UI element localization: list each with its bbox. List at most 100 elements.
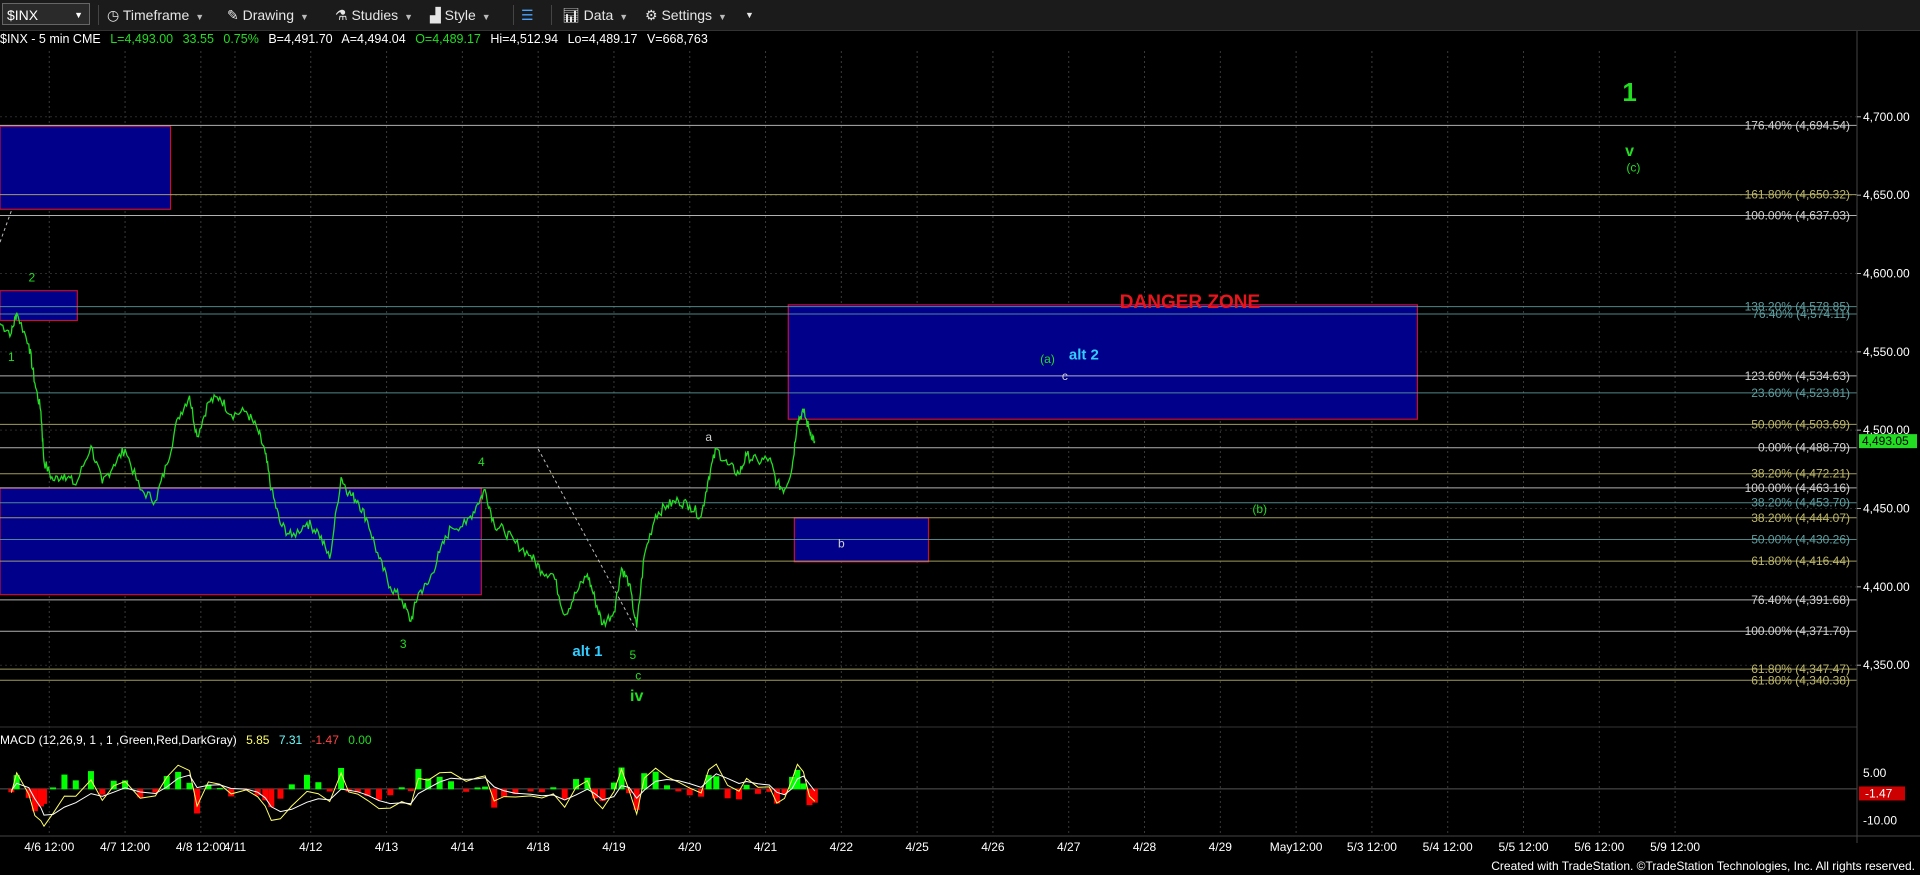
- macd-histogram-bar: [398, 787, 405, 790]
- wave-label: 5: [630, 648, 637, 662]
- macd-value: 5.85: [246, 733, 270, 747]
- wave-label: 3: [400, 637, 407, 651]
- danger-zone-label: DANGER ZONE: [1120, 292, 1260, 313]
- fib-level-label: 123.60% (4,534.63): [1745, 369, 1850, 383]
- last-price-marker-label: 4,493.05: [1862, 434, 1909, 448]
- macd-histogram-bar: [482, 786, 489, 790]
- drawing-button[interactable]: ✎ Drawing ▼: [227, 4, 309, 26]
- x-tick-label: 5/3 12:00: [1347, 840, 1397, 854]
- x-tick-label: 4/8 12:00: [176, 840, 226, 854]
- x-tick-label: 4/12: [299, 840, 323, 854]
- toolbar-divider: [551, 5, 552, 25]
- bid-value: B=4,491.70: [268, 32, 332, 46]
- macd-histogram-bar: [40, 788, 47, 804]
- fib-level-label: 61.80% (4,340.38): [1751, 673, 1850, 687]
- toolbar-divider: [98, 5, 99, 25]
- studies-label: Studies: [351, 7, 399, 23]
- x-tick-label: 4/22: [830, 840, 854, 854]
- macd-y-tick-label: -10.00: [1863, 813, 1897, 827]
- footer-credit: Created with TradeStation. ©TradeStation…: [1491, 859, 1915, 873]
- drawing-label: Drawing: [242, 7, 294, 23]
- wave-label: 2: [28, 270, 35, 284]
- change-value: 33.55: [183, 32, 214, 46]
- wave-label: alt 2: [1069, 347, 1099, 364]
- chart-title: $INX - 5 min CME: [0, 32, 101, 46]
- macd-histogram-bar: [474, 787, 481, 790]
- settings-label: Settings: [661, 7, 713, 23]
- macd-histogram-bar: [315, 782, 322, 790]
- macd-histogram-bar: [743, 784, 750, 790]
- macd-histogram-bar: [724, 788, 731, 799]
- macd-histogram-bar: [447, 781, 454, 790]
- x-tick-label: 4/29: [1209, 840, 1233, 854]
- symbol-dropdown-icon[interactable]: ▼: [74, 4, 83, 26]
- macd-histogram-bar: [277, 788, 284, 799]
- fib-level-label: 61.80% (4,416.44): [1751, 554, 1850, 568]
- toolbar-divider: [513, 5, 514, 25]
- data-button[interactable]: 📊︎ Data ▼: [562, 4, 628, 26]
- x-tick-label: 4/27: [1057, 840, 1081, 854]
- layout-button[interactable]: ☰: [521, 4, 534, 26]
- high-value: Hi=4,512.94: [490, 32, 558, 46]
- chevron-down-icon: ▼: [619, 12, 629, 22]
- wave-label: (b): [1252, 502, 1267, 516]
- macd-line: [10, 763, 816, 828]
- wave-label: c: [635, 668, 641, 682]
- y-tick-label: 4,550.00: [1863, 345, 1910, 359]
- symbol-input[interactable]: $INX ▼: [2, 3, 90, 25]
- macd-histogram-bar: [800, 783, 807, 790]
- macd-histogram-bar: [216, 787, 223, 790]
- macd-histogram-bar: [675, 788, 682, 792]
- macd-histogram-bar: [527, 788, 534, 792]
- x-tick-label: 5/6 12:00: [1574, 840, 1624, 854]
- macd-histogram-bar: [61, 774, 68, 790]
- zero-value: 0.00: [348, 733, 372, 747]
- bar-chart-icon: 📊︎: [562, 7, 580, 23]
- pencil-icon: ✎: [227, 7, 239, 23]
- chevron-down-icon: ▼: [745, 10, 754, 20]
- macd-histogram-bar: [50, 787, 57, 790]
- settings-button[interactable]: ⚙ Settings ▼: [645, 4, 727, 26]
- macd-histogram-bar: [72, 780, 79, 790]
- macd-histogram-bar: [463, 788, 470, 792]
- chevron-down-icon: ▼: [718, 12, 727, 22]
- x-tick-label: 4/26: [981, 840, 1005, 854]
- more-button[interactable]: ▼: [745, 4, 754, 26]
- last-price: L=4,493.00: [110, 32, 173, 46]
- wave-label: 1: [8, 350, 15, 364]
- x-tick-label: 4/18: [526, 840, 550, 854]
- style-button[interactable]: ▟ Style ▼: [430, 4, 491, 26]
- wave-label: c: [1062, 369, 1068, 383]
- macd-histogram-bar: [538, 788, 545, 793]
- macd-y-tick-label: 5.00: [1863, 766, 1887, 780]
- y-tick-label: 4,700.00: [1863, 110, 1910, 124]
- fib-level-label: 23.60% (4,523.81): [1751, 386, 1850, 400]
- symbol-text: $INX: [7, 7, 39, 23]
- macd-histogram-bar: [387, 788, 394, 796]
- studies-button[interactable]: ⚗ Studies ▼: [335, 4, 413, 26]
- macd-histogram-bar: [550, 787, 557, 790]
- macd-histogram-bar: [303, 774, 310, 790]
- macd-histogram-bar: [186, 782, 193, 790]
- macd-histogram-bar: [175, 771, 182, 790]
- timeframe-label: Timeframe: [122, 7, 190, 23]
- macd-histogram-bar: [561, 788, 568, 799]
- chart-area[interactable]: 176.40% (4,694.54) 161.80% (4,650.32) 100.…: [0, 31, 1920, 875]
- wave-label: iv: [630, 688, 643, 705]
- x-tick-label: 4/11: [224, 840, 247, 854]
- fib-level-label: 100.00% (4,637.03): [1745, 208, 1850, 222]
- quote-line: $INX - 5 min CME L=4,493.00 33.55 0.75% …: [0, 32, 708, 46]
- y-tick-label: 4,400.00: [1863, 580, 1910, 594]
- timeframe-button[interactable]: ◷ Timeframe ▼: [107, 4, 204, 26]
- fib-level-label: 76.40% (4,574.11): [1752, 307, 1850, 321]
- fib-level-label: 100.00% (4,463.16): [1745, 481, 1850, 495]
- x-tick-label: 4/13: [375, 840, 399, 854]
- wave-label: 1: [1622, 77, 1636, 107]
- chevron-down-icon: ▼: [481, 12, 491, 22]
- low-value: Lo=4,489.17: [568, 32, 638, 46]
- toolbar: $INX ▼ ◷ Timeframe ▼ ✎ Drawing ▼ ⚗ Studies…: [0, 0, 1920, 31]
- price-chart[interactable]: 176.40% (4,694.54) 161.80% (4,650.32) 100.…: [0, 31, 1920, 875]
- macd-histogram-bar: [664, 785, 671, 790]
- y-tick-label: 4,600.00: [1863, 266, 1910, 280]
- ask-value: A=4,494.04: [341, 32, 405, 46]
